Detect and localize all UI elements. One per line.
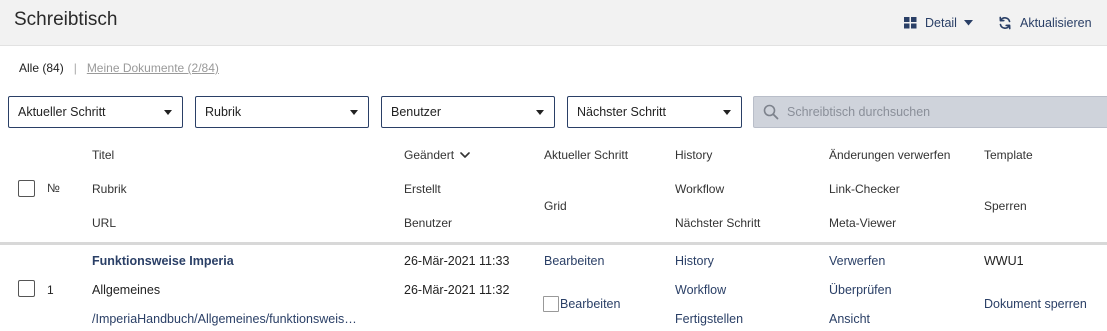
category-filter-label: Rubrik — [205, 105, 242, 119]
document-category: Allgemeines — [92, 283, 161, 297]
column-header-template[interactable]: Template — [984, 148, 1033, 162]
header-bar: Schreibtisch Detail Aktualisieren — [0, 0, 1107, 46]
document-url-link[interactable]: /ImperiaHandbuch/Allgemeines/funktionswe… — [92, 312, 357, 326]
check-links-link[interactable]: Überprüfen — [829, 283, 892, 297]
category-filter[interactable]: Rubrik — [195, 96, 369, 128]
next-step-filter[interactable]: Nächster Schritt — [567, 96, 742, 128]
chevron-down-icon — [460, 151, 470, 158]
refresh-label: Aktualisieren — [1020, 16, 1092, 30]
column-header-meta-viewer[interactable]: Meta-Viewer — [829, 216, 896, 230]
tab-my-documents[interactable]: Meine Dokumente (2/84) — [87, 61, 219, 75]
grid-checkbox[interactable] — [543, 296, 559, 312]
discard-link[interactable]: Verwerfen — [829, 254, 885, 268]
next-step-filter-label: Nächster Schritt — [577, 105, 666, 119]
caret-down-icon — [723, 110, 731, 115]
history-link[interactable]: History — [675, 254, 714, 268]
column-header-title[interactable]: Titel — [92, 148, 114, 162]
edit-current-step-link[interactable]: Bearbeiten — [544, 254, 604, 268]
page-title: Schreibtisch — [14, 9, 118, 30]
column-header-created[interactable]: Erstellt — [404, 182, 441, 196]
column-header-grid[interactable]: Grid — [544, 199, 567, 213]
search-box — [753, 96, 1107, 128]
user-filter-label: Benutzer — [391, 105, 442, 119]
caret-down-icon — [963, 20, 973, 26]
refresh-button[interactable]: Aktualisieren — [998, 15, 1092, 31]
column-header-category[interactable]: Rubrik — [92, 182, 127, 196]
column-header-discard-changes[interactable]: Änderungen verwerfen — [829, 148, 950, 162]
select-all-checkbox[interactable] — [18, 180, 35, 197]
caret-down-icon — [350, 110, 358, 115]
caret-down-icon — [536, 110, 544, 115]
column-header-current-step[interactable]: Aktueller Schritt — [544, 148, 628, 162]
tab-separator: | — [73, 61, 77, 75]
column-header-changed-label: Geändert — [404, 148, 455, 162]
edit-grid-link[interactable]: Bearbeiten — [560, 297, 620, 311]
column-header-url[interactable]: URL — [92, 216, 116, 230]
search-icon — [763, 104, 779, 120]
detail-view-button[interactable]: Detail — [904, 15, 973, 31]
row-number: 1 — [47, 283, 54, 297]
column-header-lock[interactable]: Sperren — [984, 199, 1027, 213]
current-step-filter-label: Aktueller Schritt — [18, 105, 106, 119]
changed-date: 26-Mär-2021 11:33 — [404, 254, 510, 268]
column-header-workflow[interactable]: Workflow — [675, 182, 724, 196]
column-header-changed[interactable]: Geändert — [404, 148, 470, 162]
search-input[interactable] — [787, 105, 1087, 119]
refresh-icon — [999, 16, 1011, 30]
document-tabs: Alle (84) | Meine Dokumente (2/84) — [19, 60, 219, 76]
lock-document-link[interactable]: Dokument sperren — [984, 297, 1087, 311]
tab-all[interactable]: Alle (84) — [19, 61, 64, 75]
column-header-user[interactable]: Benutzer — [404, 216, 452, 230]
finish-link[interactable]: Fertigstellen — [675, 312, 743, 326]
row-checkbox[interactable] — [18, 280, 35, 297]
current-step-filter[interactable]: Aktueller Schritt — [8, 96, 183, 128]
workflow-link[interactable]: Workflow — [675, 283, 726, 297]
detail-label: Detail — [925, 16, 957, 30]
column-header-next-step[interactable]: Nächster Schritt — [675, 216, 760, 230]
column-header-link-checker[interactable]: Link-Checker — [829, 182, 900, 196]
grid-icon — [904, 17, 917, 29]
user-filter[interactable]: Benutzer — [381, 96, 555, 128]
caret-down-icon — [164, 110, 172, 115]
document-title-link[interactable]: Funktionsweise Imperia — [92, 254, 234, 268]
column-header-number: № — [47, 181, 60, 195]
header-divider — [0, 242, 1107, 245]
column-header-history[interactable]: History — [675, 148, 712, 162]
template-name: WWU1 — [984, 254, 1024, 268]
meta-view-link[interactable]: Ansicht — [829, 312, 870, 326]
created-date: 26-Mär-2021 11:32 — [404, 283, 510, 297]
